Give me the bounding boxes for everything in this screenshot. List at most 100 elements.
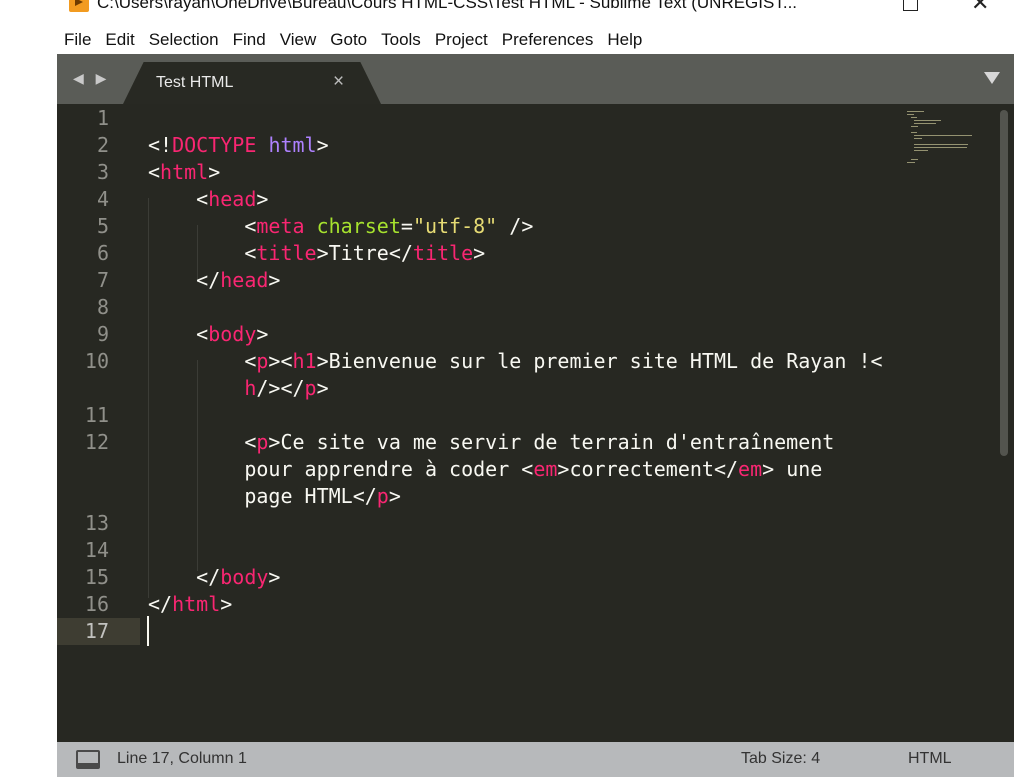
menu-edit[interactable]: Edit bbox=[98, 26, 141, 54]
line-number: 7 bbox=[57, 267, 140, 294]
line-number-text: 17 bbox=[84, 619, 109, 643]
code-token: = bbox=[400, 214, 413, 238]
code-line[interactable]: </body> bbox=[148, 564, 280, 591]
code-line[interactable]: page HTML</p> bbox=[148, 483, 401, 510]
tab-dropdown-icon[interactable] bbox=[984, 72, 1000, 84]
tab-close-button[interactable]: × bbox=[333, 71, 344, 93]
tab-nav-arrows-icon[interactable]: ◀ ▶ bbox=[73, 70, 110, 87]
code-token: head bbox=[208, 187, 257, 211]
code-token: html bbox=[268, 133, 317, 157]
code-token: < bbox=[148, 322, 209, 346]
line-number-text: 13 bbox=[84, 511, 109, 535]
syntax-selector[interactable]: HTML bbox=[908, 750, 952, 768]
line-number: 14 bbox=[57, 537, 140, 564]
close-window-button[interactable]: ✕ bbox=[971, 0, 989, 16]
code-token: /></ bbox=[256, 376, 305, 400]
line-number: 17 bbox=[57, 618, 140, 645]
minimap-line bbox=[914, 147, 967, 148]
minimap-line bbox=[910, 117, 918, 118]
line-number: 1 bbox=[57, 105, 140, 132]
code-token: > bbox=[256, 187, 269, 211]
menu-bar: File Edit Selection Find View Goto Tools… bbox=[57, 26, 1014, 54]
code-token: > bbox=[316, 133, 329, 157]
minimize-button[interactable]: — bbox=[840, 0, 858, 7]
code-line[interactable]: </head> bbox=[148, 267, 280, 294]
code-line[interactable]: pour apprendre à coder <em>correctement<… bbox=[148, 456, 822, 483]
window-title: C:\Users\rayan\OneDrive\Bureau\Cours HTM… bbox=[97, 0, 798, 12]
code-token: page HTML</ bbox=[148, 484, 377, 508]
minimap[interactable] bbox=[907, 108, 997, 168]
line-number: 16 bbox=[57, 591, 140, 618]
code-line[interactable]: </html> bbox=[148, 591, 232, 618]
code-line[interactable]: <p>Ce site va me servir de terrain d'ent… bbox=[148, 429, 834, 456]
code-line[interactable]: <p><h1>Bienvenue sur le premier site HTM… bbox=[148, 348, 882, 375]
sublime-text-window: C:\Users\rayan\OneDrive\Bureau\Cours HTM… bbox=[57, 0, 1014, 783]
line-number-text: 2 bbox=[96, 133, 109, 157]
line-number: 11 bbox=[57, 402, 140, 429]
code-token: < bbox=[148, 187, 209, 211]
line-number-text: 12 bbox=[84, 430, 109, 454]
minimap-line bbox=[907, 162, 915, 163]
code-token: title bbox=[256, 241, 317, 265]
code-token: > bbox=[473, 241, 486, 265]
code-token: > bbox=[388, 484, 401, 508]
maximize-button[interactable] bbox=[903, 0, 918, 11]
code-token: </ bbox=[148, 268, 221, 292]
menu-help[interactable]: Help bbox=[600, 26, 649, 54]
code-line[interactable]: <body> bbox=[148, 321, 268, 348]
panel-toggle-icon[interactable] bbox=[76, 750, 100, 769]
line-number: 9 bbox=[57, 321, 140, 348]
code-token: < bbox=[148, 241, 257, 265]
code-token: > une bbox=[762, 457, 823, 481]
code-token: body bbox=[208, 322, 257, 346]
line-number: 4 bbox=[57, 186, 140, 213]
code-token: < bbox=[148, 349, 257, 373]
tab-size-selector[interactable]: Tab Size: 4 bbox=[741, 750, 820, 768]
minimap-line bbox=[907, 114, 914, 115]
line-number: 10 bbox=[57, 348, 140, 375]
code-token: </ bbox=[148, 592, 173, 616]
menu-file[interactable]: File bbox=[57, 26, 98, 54]
minimap-line bbox=[907, 111, 924, 112]
tab-bar: ◀ ▶ Test HTML × bbox=[57, 54, 1014, 104]
code-token: meta bbox=[256, 214, 305, 238]
line-number bbox=[57, 456, 140, 483]
menu-goto[interactable]: Goto bbox=[323, 26, 374, 54]
code-line[interactable]: h/></p> bbox=[148, 375, 328, 402]
code-line[interactable]: <!DOCTYPE html> bbox=[148, 132, 329, 159]
line-number: 12 bbox=[57, 429, 140, 456]
line-number-text: 1 bbox=[96, 106, 109, 130]
code-line[interactable]: <html> bbox=[148, 159, 220, 186]
cursor-position: Line 17, Column 1 bbox=[117, 750, 247, 767]
line-number-text: 3 bbox=[96, 160, 109, 184]
menu-preferences[interactable]: Preferences bbox=[495, 26, 601, 54]
code-line[interactable]: <title>Titre</title> bbox=[148, 240, 485, 267]
code-token: <! bbox=[148, 133, 173, 157]
code-editor[interactable]: 1 2 3 4 5 6 7 8 9 10 11 12 13 14 15 16 17 <!DOCTYPE html>… bbox=[57, 104, 1014, 742]
menu-tools[interactable]: Tools bbox=[374, 26, 428, 54]
menu-view[interactable]: View bbox=[273, 26, 324, 54]
menu-project[interactable]: Project bbox=[428, 26, 495, 54]
code-token: em bbox=[738, 457, 763, 481]
minimap-line bbox=[910, 126, 919, 127]
minimap-line bbox=[910, 132, 918, 133]
tab-label[interactable]: Test HTML bbox=[156, 74, 233, 92]
window-border bbox=[57, 777, 1014, 783]
minimap-line bbox=[914, 150, 929, 151]
code-line[interactable]: <meta charset="utf-8" /> bbox=[148, 213, 533, 240]
code-token: > bbox=[220, 592, 233, 616]
line-number bbox=[57, 483, 140, 510]
vertical-scrollbar[interactable] bbox=[1000, 110, 1008, 456]
title-bar: C:\Users\rayan\OneDrive\Bureau\Cours HTM… bbox=[57, 0, 1014, 26]
minimap-line bbox=[914, 144, 969, 145]
code-token: < bbox=[148, 430, 257, 454]
code-line[interactable]: <head> bbox=[148, 186, 268, 213]
minimap-line bbox=[914, 120, 941, 121]
menu-find[interactable]: Find bbox=[226, 26, 273, 54]
line-number-text: 7 bbox=[96, 268, 109, 292]
menu-selection[interactable]: Selection bbox=[142, 26, 226, 54]
code-token: p bbox=[376, 484, 389, 508]
line-number-text: 9 bbox=[96, 322, 109, 346]
